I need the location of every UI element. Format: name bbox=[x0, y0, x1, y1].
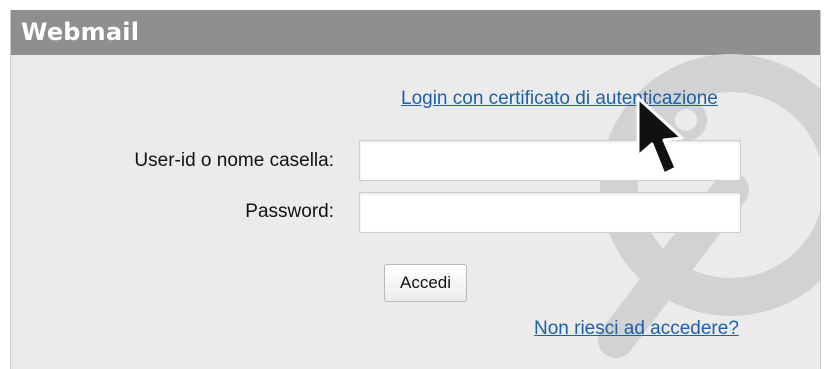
password-label: Password: bbox=[245, 201, 334, 222]
page-title: Webmail bbox=[21, 18, 140, 46]
cant-access-link[interactable]: Non riesci ad accedere? bbox=[534, 318, 739, 340]
password-field[interactable] bbox=[359, 192, 741, 233]
webmail-login-panel: Webmail Login con certificato di autenti… bbox=[10, 10, 821, 369]
mouse-pointer-icon bbox=[636, 96, 684, 176]
username-label: User-id o nome casella: bbox=[134, 150, 334, 171]
login-button[interactable]: Accedi bbox=[384, 264, 467, 302]
